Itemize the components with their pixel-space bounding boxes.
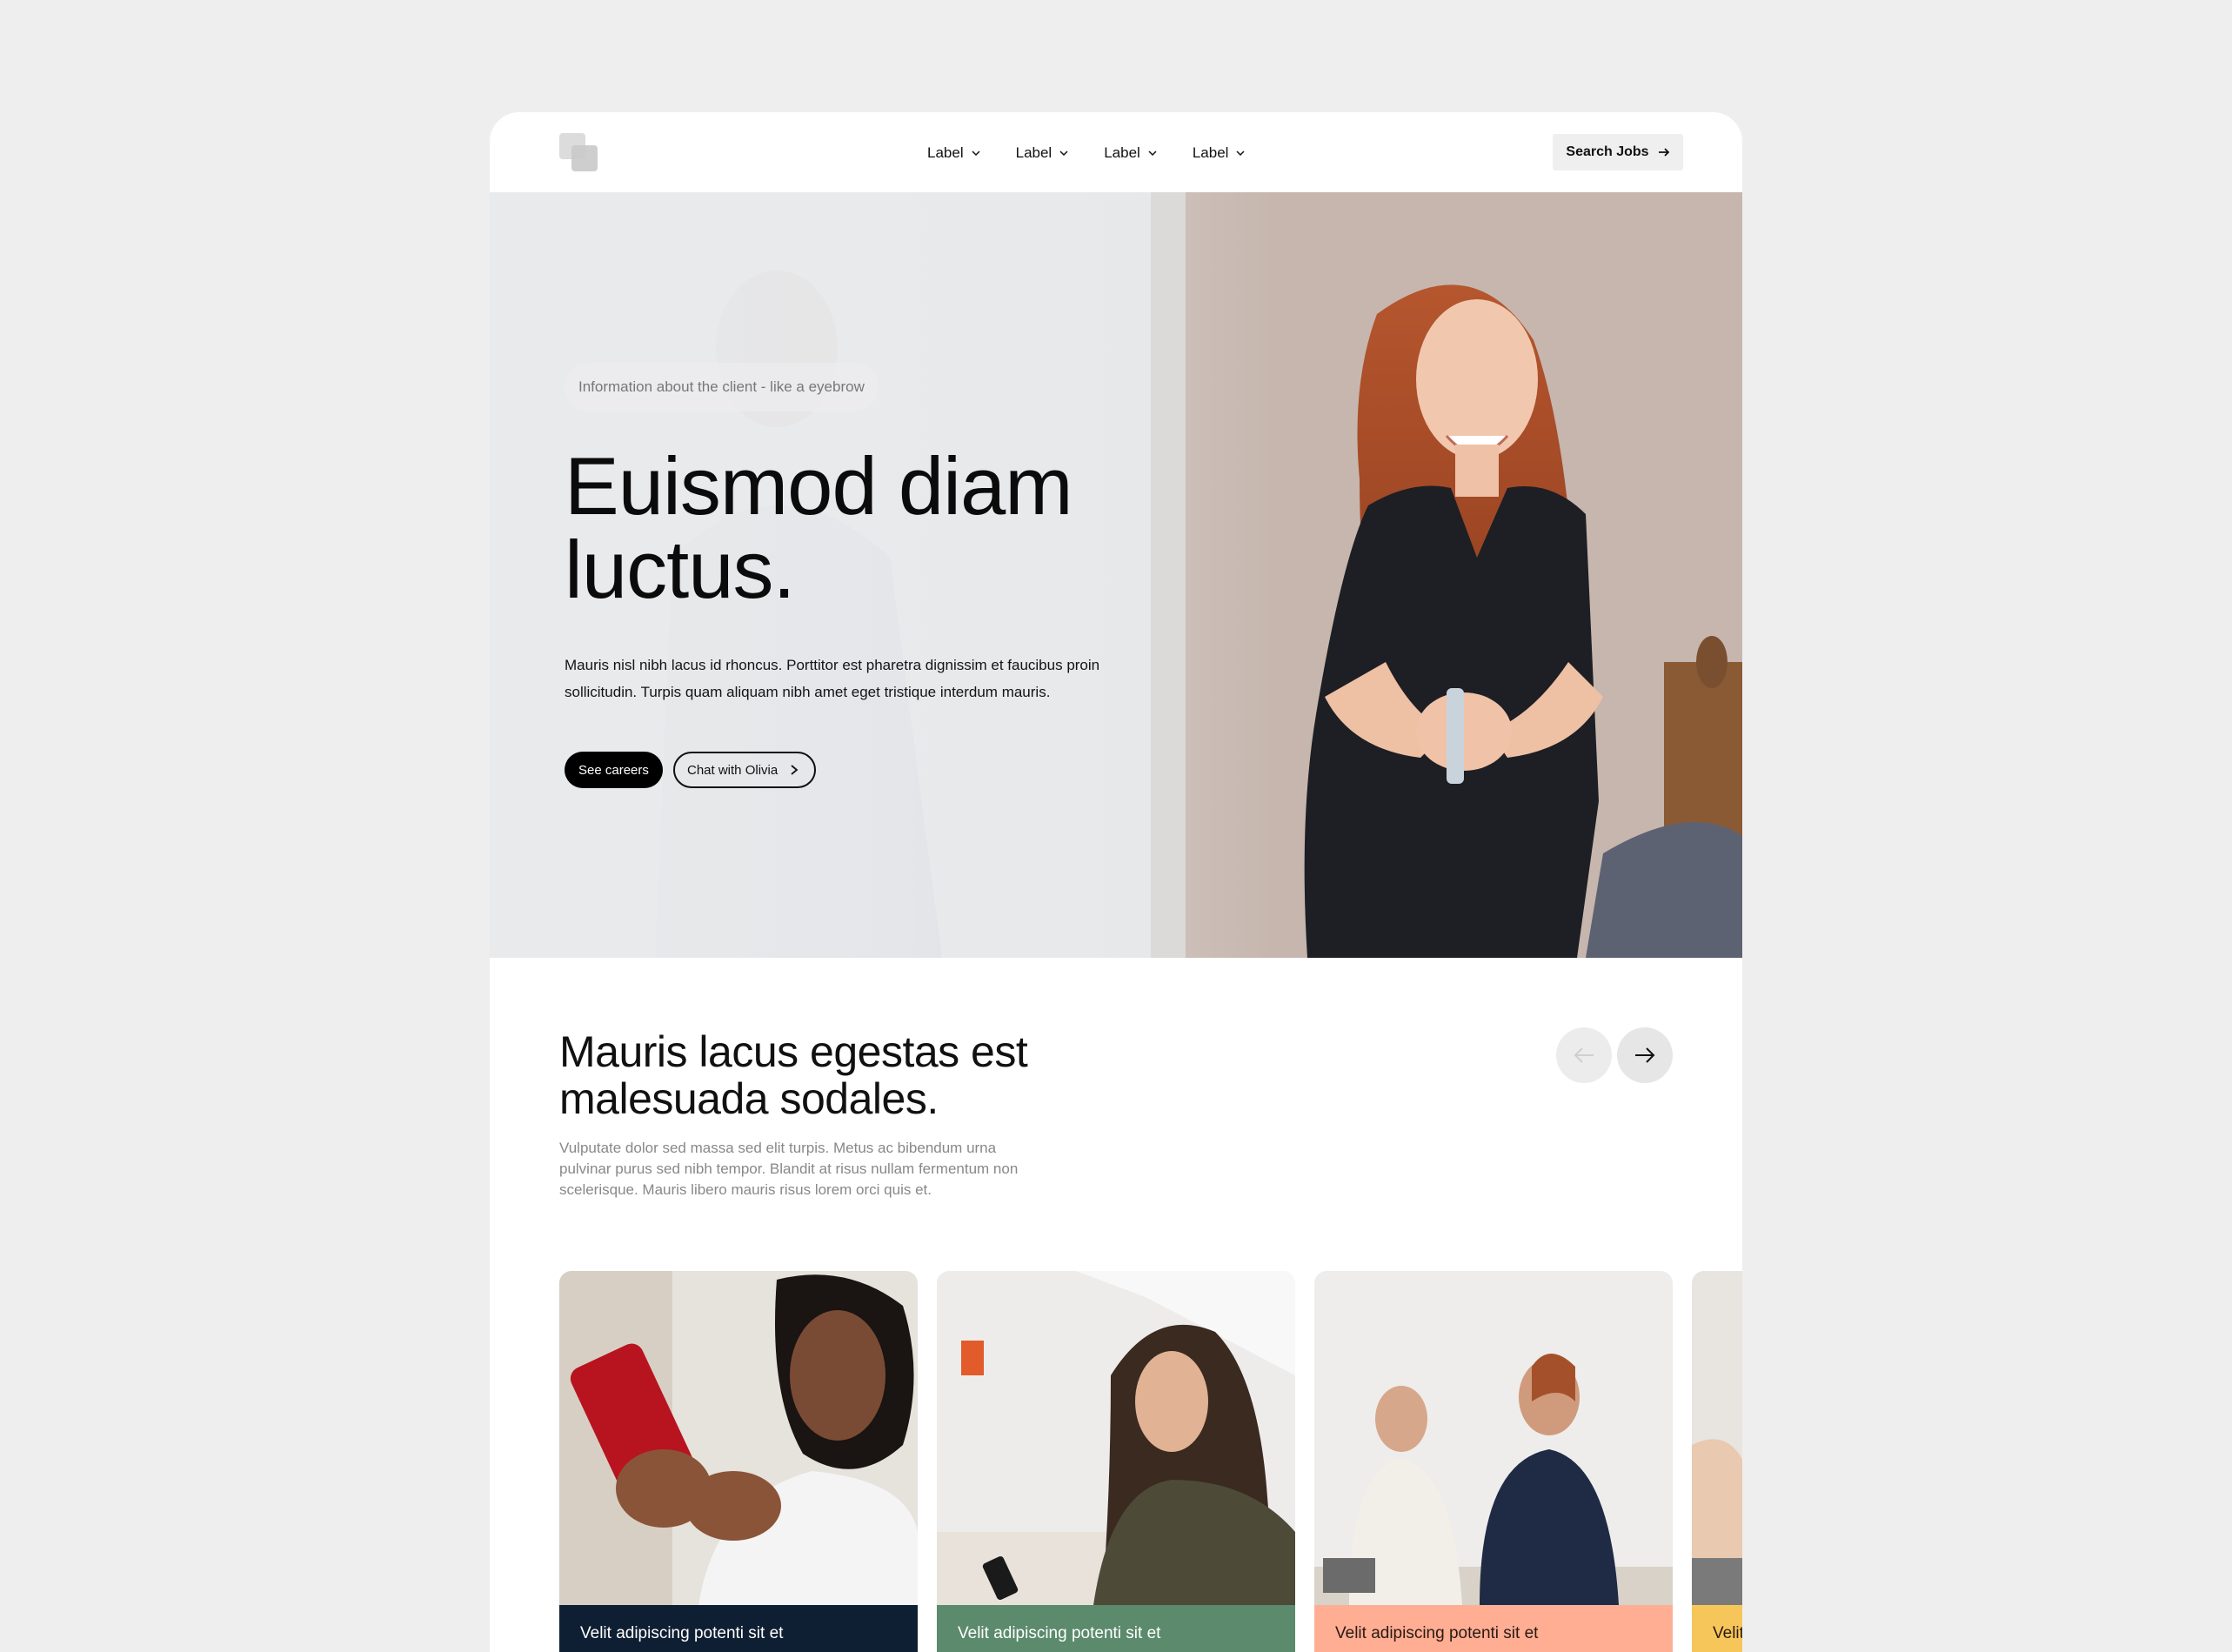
card-caption-bar: Velit adipiscing potenti sit et <box>1314 1605 1673 1652</box>
story-card[interactable]: Velit adipiscing potenti sit et <box>1314 1271 1673 1652</box>
hero-section: Information about the client - like a ey… <box>490 192 1742 958</box>
nav-item-label: Label <box>1192 144 1229 161</box>
chat-with-olivia-button[interactable]: Chat with Olivia <box>673 752 817 788</box>
hero-eyebrow: Information about the client - like a ey… <box>565 363 879 411</box>
arrow-left-icon <box>1574 1047 1594 1063</box>
arrow-right-icon <box>1658 148 1669 157</box>
chevron-down-icon <box>972 150 980 157</box>
chevron-down-icon <box>1148 150 1157 157</box>
see-careers-button[interactable]: See careers <box>565 752 663 788</box>
page-frame: Label Label Label Label Search Jobs Info… <box>490 112 1742 1652</box>
nav-links: Label Label Label Label <box>910 141 1263 165</box>
story-card[interactable]: Velit <box>1692 1271 1742 1652</box>
top-nav: Label Label Label Label Search Jobs <box>490 112 1742 192</box>
section-title: Mauris lacus egestas est malesuada sodal… <box>559 1027 1028 1123</box>
nav-item-label: Label <box>1015 144 1053 161</box>
card-photo <box>937 1271 1295 1605</box>
card-photo <box>1692 1271 1742 1605</box>
story-card[interactable]: Velit adipiscing potenti sit et <box>559 1271 918 1652</box>
arrow-right-icon <box>1635 1047 1655 1063</box>
see-careers-label: See careers <box>578 762 649 778</box>
nav-item-1[interactable]: Label <box>910 141 999 165</box>
logo-icon[interactable] <box>559 133 599 173</box>
carousel-prev-button[interactable] <box>1556 1027 1612 1083</box>
search-jobs-label: Search Jobs <box>1566 144 1649 159</box>
card-caption: Velit <box>1713 1624 1742 1642</box>
card-caption-bar: Velit adipiscing potenti sit et <box>559 1605 918 1652</box>
chevron-right-icon <box>791 765 799 775</box>
card-photo <box>559 1271 918 1605</box>
chevron-down-icon <box>1059 150 1068 157</box>
nav-item-label: Label <box>1104 144 1140 161</box>
card-photo <box>1314 1271 1673 1605</box>
card-caption: Velit adipiscing potenti sit et <box>1335 1624 1539 1642</box>
chevron-down-icon <box>1236 150 1245 157</box>
card-caption-bar: Velit adipiscing potenti sit et <box>937 1605 1295 1652</box>
search-jobs-button[interactable]: Search Jobs <box>1553 134 1683 171</box>
hero-description: Mauris nisl nibh lacus id rhoncus. Portt… <box>565 657 1100 700</box>
card-caption: Velit adipiscing potenti sit et <box>958 1624 1161 1642</box>
nav-item-2[interactable]: Label <box>999 141 1087 165</box>
hero-title: Euismod diam luctus. <box>565 440 1073 615</box>
card-caption: Velit adipiscing potenti sit et <box>580 1624 784 1642</box>
carousel-next-button[interactable] <box>1617 1027 1673 1083</box>
section-description: Vulputate dolor sed massa sed elit turpi… <box>559 1140 1019 1198</box>
card-caption-bar: Velit <box>1692 1605 1742 1652</box>
story-card[interactable]: Velit adipiscing potenti sit et <box>937 1271 1295 1652</box>
nav-item-label: Label <box>927 144 964 161</box>
nav-item-3[interactable]: Label <box>1086 141 1175 165</box>
nav-item-4[interactable]: Label <box>1175 141 1264 165</box>
chat-with-olivia-label: Chat with Olivia <box>687 762 779 778</box>
